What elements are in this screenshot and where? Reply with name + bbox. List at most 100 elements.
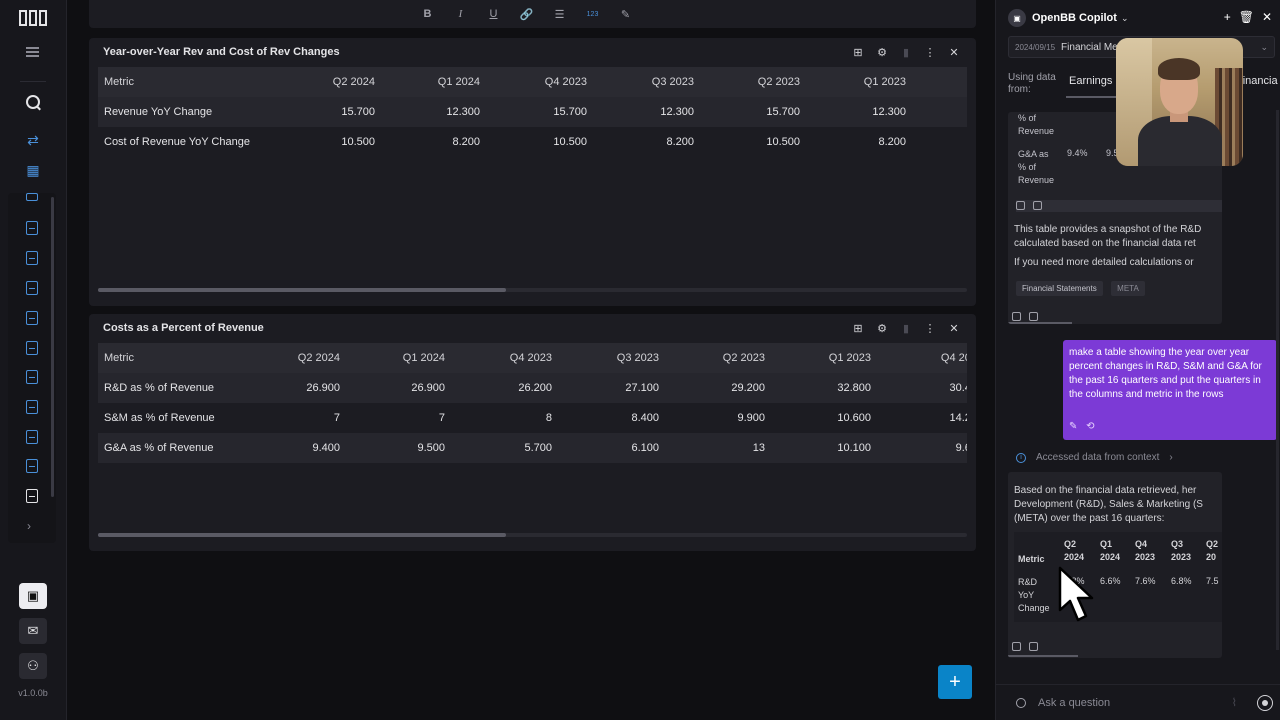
scrollbar-thumb[interactable] — [98, 533, 507, 537]
table-header: Q3 2023 — [1171, 539, 1192, 562]
accessed-data-step[interactable]: i Accessed data from context › — [1016, 452, 1173, 463]
column-header[interactable]: Q1 2023 — [800, 76, 906, 88]
table-cell: 6.8% — [1171, 576, 1192, 586]
send-icon[interactable] — [1257, 694, 1273, 711]
table-cell: R&D YoY Change — [1018, 577, 1050, 613]
flow-icon[interactable]: ⇄ — [22, 129, 44, 151]
copy-icon[interactable] — [1012, 642, 1021, 651]
horizontal-scrollbar[interactable] — [98, 533, 967, 537]
column-header[interactable]: Q4 2023 — [445, 352, 552, 364]
file-icon[interactable] — [26, 400, 38, 414]
add-user-icon[interactable]: ⚇ — [19, 653, 47, 679]
expand-chevron-icon[interactable]: › — [27, 519, 31, 533]
trash-icon[interactable]: 🗑 — [1239, 10, 1254, 24]
table-cell: 8.200 — [666, 136, 694, 148]
more-icon[interactable]: ⋮ — [918, 320, 942, 336]
file-icon[interactable] — [26, 430, 38, 444]
answer-text: Development (R&D), Sales & Marketing (S — [1014, 499, 1203, 510]
file-icon-active[interactable] — [26, 489, 38, 503]
layout-icon[interactable]: ▦ — [22, 159, 44, 181]
file-icon[interactable] — [26, 251, 38, 265]
close-icon[interactable]: ✕ — [942, 320, 966, 336]
table-row[interactable]: R&D as % of Revenue 26.900 26.900 26.200… — [98, 373, 967, 403]
italic-button[interactable]: I — [444, 4, 477, 24]
table-cell: 30.40 — [949, 382, 967, 394]
more-icon[interactable]: ⋮ — [918, 44, 942, 60]
copilot-scrollbar[interactable] — [1276, 110, 1279, 650]
search-icon[interactable] — [22, 91, 44, 113]
table-row[interactable]: Cost of Revenue YoY Change 10.500 8.200 … — [98, 127, 967, 157]
table-cell: 10.500 — [341, 136, 375, 148]
column-header[interactable]: Metric — [98, 76, 278, 88]
copy-icon[interactable] — [1012, 312, 1021, 321]
table-row[interactable]: G&A as % of Revenue 9.400 9.500 5.700 6.… — [98, 433, 967, 463]
menu-icon[interactable] — [26, 47, 39, 57]
settings-sliders-icon[interactable]: ⚙ — [870, 320, 894, 336]
citation-chip[interactable]: META — [1111, 281, 1145, 296]
file-icon[interactable] — [26, 193, 38, 201]
copilot-title[interactable]: OpenBB Copilot — [1032, 12, 1117, 24]
calendar-icon[interactable]: ▣ — [19, 583, 47, 609]
close-icon[interactable]: ✕ — [942, 44, 966, 60]
column-header[interactable]: Q2 2024 — [238, 352, 340, 364]
retry-icon[interactable]: ⟲ — [1086, 421, 1094, 432]
underline-button[interactable]: U — [477, 4, 510, 24]
column-header[interactable]: Q4 202 — [871, 352, 967, 364]
column-header[interactable]: Q1 2024 — [340, 352, 445, 364]
file-icon[interactable] — [26, 370, 38, 384]
table-cell: Revenue — [1018, 175, 1055, 185]
column-header[interactable]: Q2 2023 — [694, 76, 800, 88]
attach-icon[interactable]: ⌇ — [1232, 696, 1237, 709]
file-icon[interactable] — [26, 311, 38, 325]
copy-icon[interactable] — [1016, 201, 1025, 210]
add-widget-icon[interactable] — [1029, 312, 1038, 321]
add-widget-icon[interactable] — [1033, 201, 1042, 210]
link-button[interactable]: 🔗 — [510, 4, 543, 24]
table-cell: 9.900 — [737, 412, 765, 424]
column-header[interactable]: Metric — [98, 352, 238, 364]
answer-text: Based on the financial data retrieved, h… — [1014, 485, 1197, 496]
table-cell: 8.200 — [452, 136, 480, 148]
chart-icon[interactable]: ▮ — [894, 320, 918, 336]
copilot-header: ▣ OpenBB Copilot ⌄ + 🗑 ✕ — [1008, 8, 1272, 28]
scrollbar-thumb[interactable] — [98, 288, 507, 292]
message-scrollbar[interactable] — [1008, 655, 1078, 657]
table-row[interactable]: Revenue YoY Change 15.700 12.300 15.700 … — [98, 97, 967, 127]
table-row[interactable]: S&M as % of Revenue 7 7 8 8.400 9.900 10… — [98, 403, 967, 433]
chevron-down-icon[interactable]: ⌄ — [1121, 13, 1129, 24]
ask-input[interactable] — [1038, 696, 1228, 709]
highlight-button[interactable]: ✎ — [609, 4, 642, 24]
add-to-chat-icon[interactable]: ⊞ — [846, 320, 870, 336]
add-widget-icon[interactable] — [1029, 642, 1038, 651]
list-button[interactable]: ☰ — [543, 4, 576, 24]
column-header[interactable]: Q2 2024 — [278, 76, 375, 88]
rail-scrollbar[interactable] — [51, 197, 54, 497]
file-icon[interactable] — [26, 221, 38, 235]
chart-icon[interactable]: ▮ — [894, 44, 918, 60]
message-scrollbar[interactable] — [1008, 322, 1072, 324]
settings-sliders-icon[interactable]: ⚙ — [870, 44, 894, 60]
column-header[interactable]: Q3 2023 — [587, 76, 694, 88]
mail-icon[interactable]: ✉ — [19, 618, 47, 644]
file-icon[interactable] — [26, 341, 38, 355]
file-icon[interactable] — [26, 459, 38, 473]
column-header[interactable]: Q3 2023 — [552, 352, 659, 364]
column-header[interactable]: Q2 2023 — [659, 352, 765, 364]
add-to-chat-icon[interactable]: ⊞ — [846, 44, 870, 60]
lightbulb-icon[interactable] — [1016, 697, 1026, 708]
tab-earnings[interactable]: Earnings — [1069, 75, 1112, 87]
new-chat-icon[interactable]: + — [1224, 10, 1231, 24]
citation-chip[interactable]: Financial Statements — [1016, 281, 1103, 296]
horizontal-scrollbar[interactable] — [98, 288, 967, 292]
add-widget-button[interactable]: + — [938, 665, 972, 699]
column-header[interactable]: Q1 2024 — [375, 76, 480, 88]
text-editor-toolbar: B I U 🔗 ☰ 123 ✎ — [89, 0, 976, 28]
file-icon[interactable] — [26, 281, 38, 295]
numbered-list-button[interactable]: 123 — [576, 4, 609, 24]
column-header[interactable]: Q1 2023 — [765, 352, 871, 364]
openbb-logo[interactable] — [19, 10, 47, 26]
column-header[interactable]: Q4 2023 — [480, 76, 587, 88]
edit-icon[interactable]: ✎ ⟲ — [1069, 420, 1095, 434]
close-icon[interactable]: ✕ — [1262, 10, 1272, 24]
bold-button[interactable]: B — [411, 4, 444, 24]
